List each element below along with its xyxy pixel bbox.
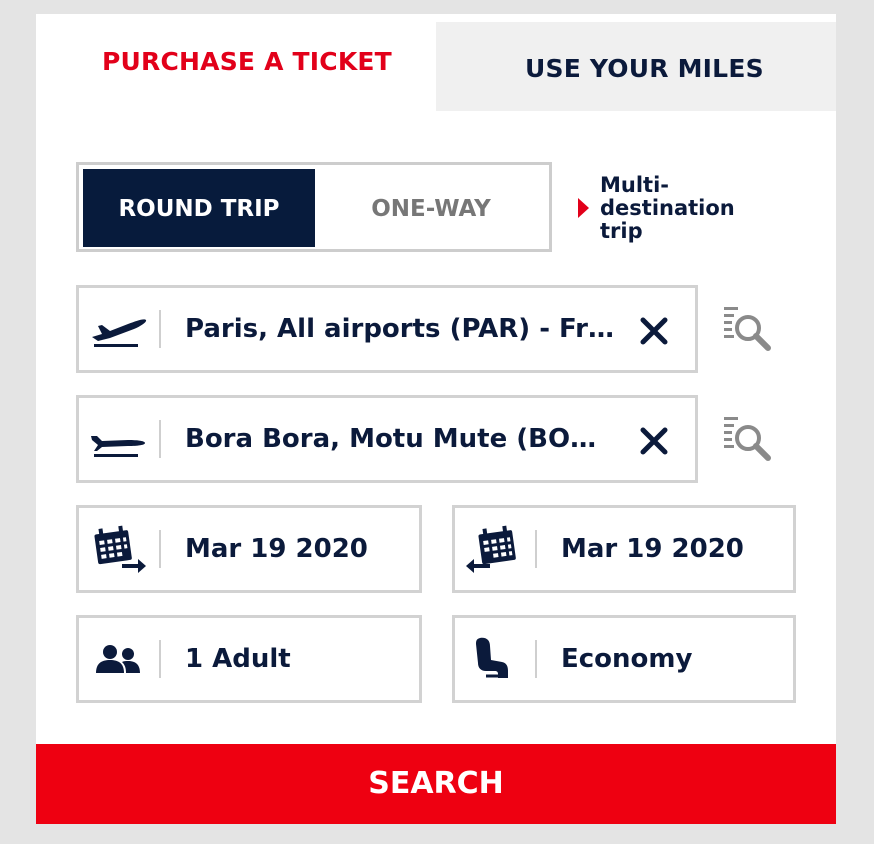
outbound-date-value: Mar 19 2020 xyxy=(185,534,368,564)
multi-destination-label: Multi-destination trip xyxy=(600,173,735,243)
clear-destination-button[interactable] xyxy=(639,426,669,456)
tab-use-miles-label: USE YOUR MILES xyxy=(525,54,764,83)
tab-use-miles[interactable]: USE YOUR MILES xyxy=(436,22,836,111)
seat-icon xyxy=(463,634,525,684)
calendar-depart-icon xyxy=(87,524,149,574)
origin-lookup-button[interactable] xyxy=(722,304,776,356)
passengers-value: 1 Adult xyxy=(185,644,291,674)
clear-origin-button[interactable] xyxy=(639,316,669,346)
field-divider xyxy=(159,530,161,568)
origin-value: Paris, All airports (PAR) - Fr… xyxy=(185,314,614,344)
cabin-field[interactable]: Economy xyxy=(452,615,796,703)
round-trip-label: ROUND TRIP xyxy=(118,196,280,222)
booking-widget: PURCHASE A TICKET USE YOUR MILES ROUND T… xyxy=(36,14,836,824)
outbound-date-field[interactable]: Mar 19 2020 xyxy=(76,505,422,593)
departure-plane-icon xyxy=(87,304,149,354)
search-list-icon xyxy=(724,307,771,351)
field-divider xyxy=(159,420,161,458)
passengers-icon xyxy=(87,634,149,684)
field-divider xyxy=(535,640,537,678)
one-way-button[interactable]: ONE-WAY xyxy=(315,169,547,247)
search-list-icon xyxy=(724,417,771,461)
calendar-return-icon xyxy=(463,524,525,574)
round-trip-button[interactable]: ROUND TRIP xyxy=(83,169,315,247)
origin-field[interactable]: Paris, All airports (PAR) - Fr… xyxy=(76,285,698,373)
destination-lookup-button[interactable] xyxy=(722,414,776,466)
field-divider xyxy=(159,640,161,678)
multi-destination-link[interactable]: Multi-destination trip xyxy=(576,174,756,246)
cabin-value: Economy xyxy=(561,644,693,674)
search-button[interactable]: SEARCH xyxy=(36,744,836,824)
one-way-label: ONE-WAY xyxy=(371,196,491,222)
close-icon xyxy=(640,317,668,345)
field-divider xyxy=(535,530,537,568)
destination-field[interactable]: Bora Bora, Motu Mute (BO… xyxy=(76,395,698,483)
search-button-label: SEARCH xyxy=(368,766,504,801)
caret-right-icon xyxy=(578,198,589,218)
passengers-field[interactable]: 1 Adult xyxy=(76,615,422,703)
trip-type-toggle: ROUND TRIP ONE-WAY xyxy=(76,162,552,252)
return-date-value: Mar 19 2020 xyxy=(561,534,744,564)
destination-value: Bora Bora, Motu Mute (BO… xyxy=(185,424,597,454)
tab-purchase-ticket[interactable]: PURCHASE A TICKET xyxy=(36,14,436,111)
field-divider xyxy=(159,310,161,348)
close-icon xyxy=(640,427,668,455)
arrival-plane-icon xyxy=(87,414,149,464)
tab-purchase-ticket-label: PURCHASE A TICKET xyxy=(102,47,392,76)
return-date-field[interactable]: Mar 19 2020 xyxy=(452,505,796,593)
